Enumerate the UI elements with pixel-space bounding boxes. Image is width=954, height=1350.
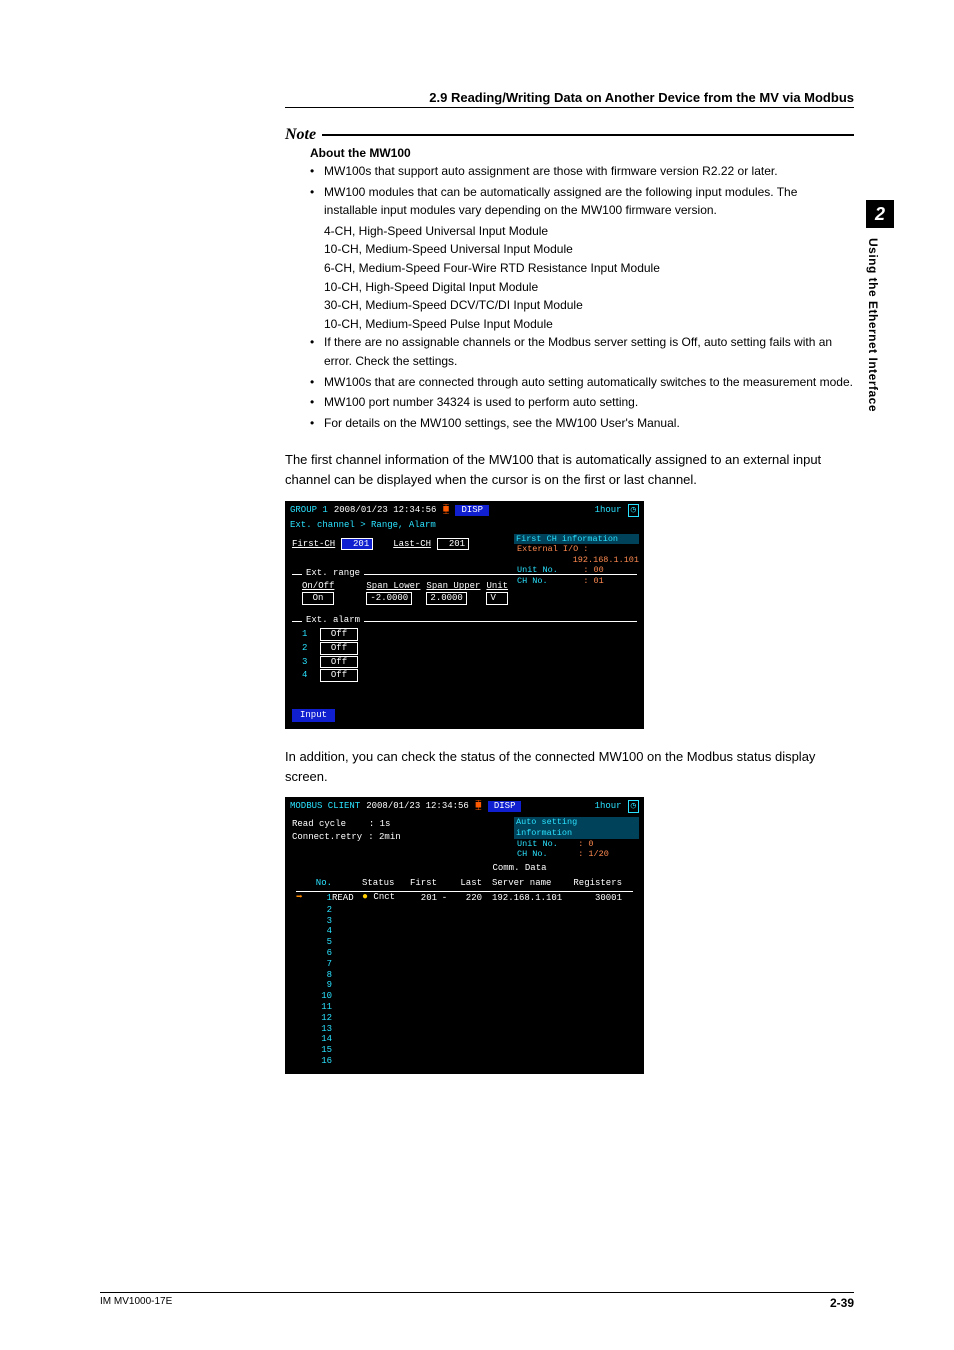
note-bullet: MW100 modules that can be automatically … xyxy=(310,183,854,220)
page-number: 2-39 xyxy=(830,1296,854,1310)
read-cycle-label: Read cycle xyxy=(292,819,346,830)
chapter-number: 2 xyxy=(866,200,894,228)
col-status: Status xyxy=(362,878,402,889)
alarm-value[interactable]: Off xyxy=(320,669,358,682)
col-no: No. xyxy=(310,878,332,889)
status-dot-icon: ● xyxy=(362,892,368,904)
ext-range-legend: Ext. range xyxy=(302,568,364,579)
table-row[interactable]: 5 xyxy=(292,937,637,948)
table-row[interactable]: 13 xyxy=(292,1024,637,1035)
unit-label: Unit xyxy=(486,581,508,592)
table-row[interactable]: 2 xyxy=(292,905,637,916)
table-row[interactable]: ➡ 1 READ ● Cnct 201 - 220 192.168.1.101 … xyxy=(292,892,637,905)
disp-button[interactable]: DISP xyxy=(455,505,489,516)
body-paragraph: The first channel information of the MW1… xyxy=(285,450,854,490)
chapter-tab: 2 Using the Ethernet Interface xyxy=(866,200,894,412)
first-ch-value[interactable]: 201 xyxy=(341,538,373,551)
chapter-title: Using the Ethernet Interface xyxy=(866,238,880,412)
arrow-icon: ➡ xyxy=(296,892,310,905)
alarm-value[interactable]: Off xyxy=(320,628,358,641)
breadcrumb: Ext. channel > Range, Alarm xyxy=(286,519,643,532)
span-lower-value[interactable]: -2.0000 xyxy=(366,592,412,605)
span-upper-value[interactable]: 2.0000 xyxy=(426,592,466,605)
note-bullet: If there are no assignable channels or t… xyxy=(310,333,854,370)
first-ch-label: First-CH xyxy=(292,539,335,550)
note-bullet: MW100s that support auto assignment are … xyxy=(310,162,854,181)
duration-label: 1hour xyxy=(595,801,622,812)
alarm-value[interactable]: Off xyxy=(320,656,358,669)
alarm-icon: ⧯ xyxy=(442,504,449,517)
table-row[interactable]: 16 xyxy=(292,1056,637,1067)
alarm-icon: ⧯ xyxy=(475,800,482,813)
clock-icon[interactable]: ◷ xyxy=(628,504,639,517)
table-row[interactable]: 10 xyxy=(292,991,637,1002)
auto-setting-info-panel: Auto setting information Unit No. : 0 CH… xyxy=(514,817,639,860)
span-upper-label: Span Upper xyxy=(426,581,480,592)
module-list: 4-CH, High-Speed Universal Input Module … xyxy=(324,222,854,334)
doc-id: IM MV1000-17E xyxy=(100,1296,172,1310)
last-ch-label: Last-CH xyxy=(393,539,431,550)
ext-alarm-legend: Ext. alarm xyxy=(302,615,364,626)
first-ch-info-panel: First CH information External I/O : 192.… xyxy=(514,534,639,587)
read-cycle-value: : 1s xyxy=(369,819,391,830)
datetime: 2008/01/23 12:34:56 xyxy=(366,801,469,812)
last-ch-value[interactable]: 201 xyxy=(437,538,469,551)
col-first: First xyxy=(402,878,437,889)
body-paragraph: In addition, you can check the status of… xyxy=(285,747,854,787)
table-row[interactable]: 6 xyxy=(292,948,637,959)
running-header: 2.9 Reading/Writing Data on Another Devi… xyxy=(285,90,854,108)
note-list: MW100s that support auto assignment are … xyxy=(310,162,854,220)
table-row[interactable]: 14 xyxy=(292,1034,637,1045)
screenshot-modbus-status: MODBUS CLIENT 2008/01/23 12:34:56 ⧯ DISP… xyxy=(285,797,644,1074)
note-bullet: MW100 port number 34324 is used to perfo… xyxy=(310,393,854,412)
retry-label: Connect.retry xyxy=(292,832,362,843)
disp-button[interactable]: DISP xyxy=(488,801,522,812)
screenshot-ext-channel: GROUP 1 2008/01/23 12:34:56 ⧯ DISP 1hour… xyxy=(285,501,644,729)
note-bullet: For details on the MW100 settings, see t… xyxy=(310,414,854,433)
datetime: 2008/01/23 12:34:56 xyxy=(334,505,437,516)
note-subtitle: About the MW100 xyxy=(310,146,854,160)
retry-value: : 2min xyxy=(368,832,400,843)
table-row[interactable]: 4 xyxy=(292,926,637,937)
alarm-value[interactable]: Off xyxy=(320,642,358,655)
table-row[interactable]: 8 xyxy=(292,970,637,981)
col-last: Last xyxy=(452,878,482,889)
duration-label: 1hour xyxy=(595,505,622,516)
input-button[interactable]: Input xyxy=(292,709,335,722)
col-server: Server name xyxy=(482,878,572,889)
onoff-label: On/Off xyxy=(302,581,334,592)
note-heading: Note xyxy=(285,126,854,144)
note-bullet: MW100s that are connected through auto s… xyxy=(310,373,854,392)
table-row[interactable]: 9 xyxy=(292,980,637,991)
alarm-rows: 1Off 2Off 3Off 4Off xyxy=(302,628,637,682)
group-label: GROUP 1 xyxy=(290,505,328,516)
table-row[interactable]: 7 xyxy=(292,959,637,970)
table-row[interactable]: 3 xyxy=(292,916,637,927)
clock-icon[interactable]: ◷ xyxy=(628,800,639,813)
table-row[interactable]: 15 xyxy=(292,1045,637,1056)
table-row[interactable]: 12 xyxy=(292,1013,637,1024)
note-list: If there are no assignable channels or t… xyxy=(310,333,854,432)
onoff-value[interactable]: On xyxy=(302,592,334,605)
page-footer: IM MV1000-17E 2-39 xyxy=(100,1292,854,1310)
table-row[interactable]: 11 xyxy=(292,1002,637,1013)
col-comm: Comm. Data xyxy=(492,863,546,874)
screen-title: MODBUS CLIENT xyxy=(290,801,360,812)
unit-value[interactable]: V xyxy=(486,592,508,605)
col-registers: Registers xyxy=(572,878,622,889)
span-lower-label: Span Lower xyxy=(366,581,420,592)
